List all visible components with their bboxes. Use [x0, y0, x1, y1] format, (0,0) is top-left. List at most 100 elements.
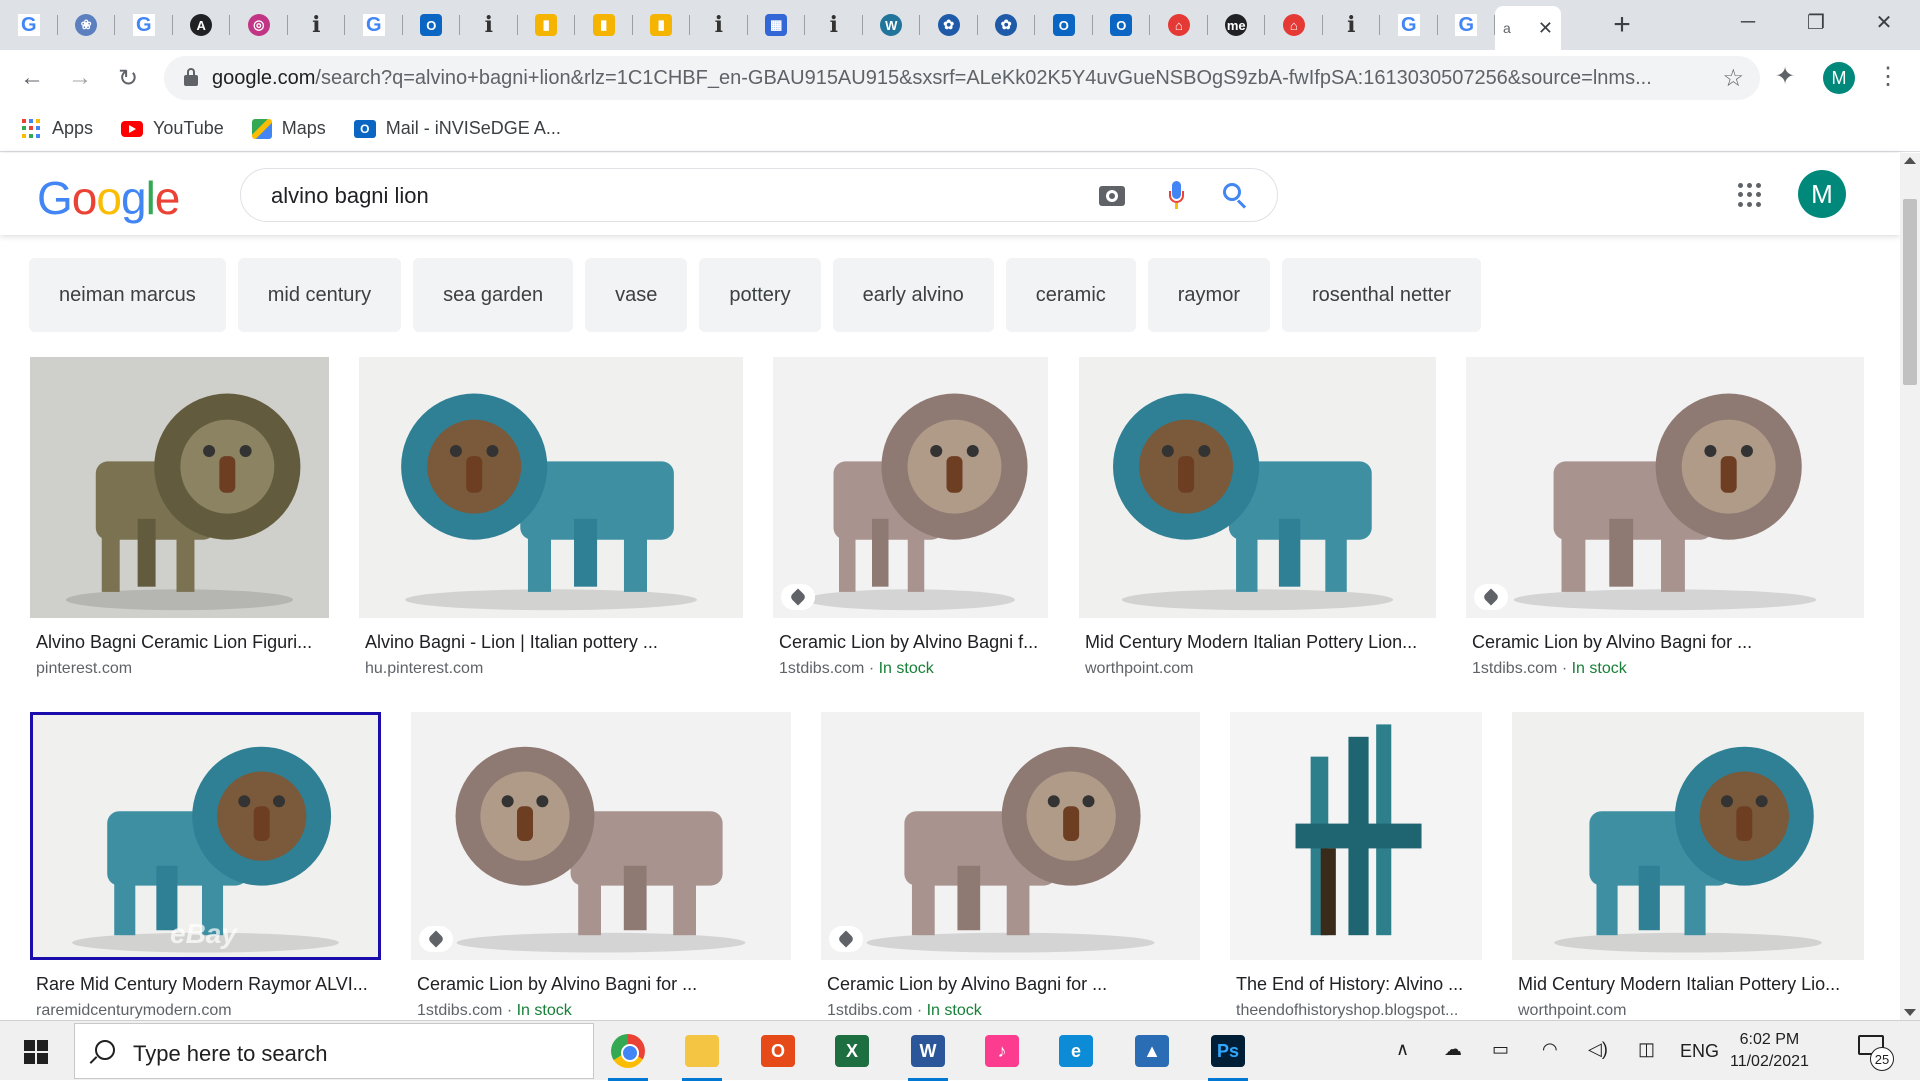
- related-search-chip[interactable]: mid century: [237, 258, 402, 332]
- taskbar-search-box[interactable]: Type here to search: [74, 1023, 594, 1079]
- image-result-card[interactable]: eBay Rare Mid Century Modern Raymor ALVI.…: [30, 712, 381, 1020]
- browser-tab[interactable]: ⌂: [1150, 0, 1208, 50]
- taskbar-office-button[interactable]: O: [756, 1029, 800, 1073]
- taskbar-clock[interactable]: 6:02 PM 11/02/2021: [1730, 1029, 1809, 1073]
- result-thumbnail[interactable]: [821, 712, 1200, 960]
- active-tab[interactable]: a ✕: [1495, 6, 1561, 50]
- bookmark-star-icon[interactable]: ☆: [1722, 64, 1744, 93]
- browser-tab[interactable]: O: [1093, 0, 1150, 50]
- bookmark-apps[interactable]: Apps: [22, 118, 93, 139]
- close-tab-icon[interactable]: ✕: [1538, 18, 1553, 39]
- image-result-card[interactable]: Ceramic Lion by Alvino Bagni f... 1stdibs…: [773, 357, 1048, 698]
- browser-tab[interactable]: G: [1380, 0, 1438, 50]
- image-result-card[interactable]: The End of History: Alvino ... theendofhi…: [1230, 712, 1482, 1020]
- browser-menu-icon[interactable]: ⋮: [1876, 62, 1900, 91]
- browser-tab[interactable]: A: [173, 0, 230, 50]
- language-indicator[interactable]: ENG: [1680, 1041, 1719, 1062]
- browser-tab[interactable]: ◎: [230, 0, 288, 50]
- windows-start-icon[interactable]: [24, 1040, 48, 1064]
- browser-tab[interactable]: O: [403, 0, 460, 50]
- result-title[interactable]: Ceramic Lion by Alvino Bagni for ...: [417, 974, 785, 995]
- browser-tab[interactable]: ▦: [748, 0, 805, 50]
- scroll-down-arrow-icon[interactable]: [1904, 1009, 1916, 1016]
- forward-button[interactable]: →: [62, 60, 98, 96]
- bookmark-maps[interactable]: Maps: [251, 118, 326, 139]
- taskbar-excel-button[interactable]: X: [830, 1029, 874, 1073]
- notification-center-icon[interactable]: 25: [1858, 1035, 1894, 1071]
- browser-tab[interactable]: i: [1323, 0, 1380, 50]
- browser-tab[interactable]: i: [460, 0, 518, 50]
- url-text[interactable]: google.com/search?q=alvino+bagni+lion&rl…: [212, 67, 1682, 90]
- browser-tab[interactable]: ❀: [58, 0, 115, 50]
- browser-tab[interactable]: W: [863, 0, 920, 50]
- result-thumbnail[interactable]: [359, 357, 743, 618]
- extensions-puzzle-icon[interactable]: ✦: [1775, 62, 1795, 91]
- bookmark-youtube[interactable]: YouTube: [121, 118, 224, 139]
- related-search-chip[interactable]: rosenthal netter: [1282, 258, 1481, 332]
- result-title[interactable]: Ceramic Lion by Alvino Bagni f...: [779, 632, 1042, 653]
- account-avatar[interactable]: M: [1798, 170, 1846, 218]
- image-result-card[interactable]: Alvino Bagni Ceramic Lion Figuri... pinte…: [30, 357, 329, 698]
- search-input[interactable]: [271, 181, 1051, 211]
- scroll-up-arrow-icon[interactable]: [1904, 157, 1916, 164]
- related-search-chip[interactable]: sea garden: [413, 258, 574, 332]
- result-thumbnail[interactable]: [773, 357, 1048, 618]
- close-window-button[interactable]: ✕: [1854, 0, 1914, 44]
- result-thumbnail[interactable]: [1512, 712, 1864, 960]
- browser-tab[interactable]: G: [345, 0, 403, 50]
- new-tab-button[interactable]: +: [1605, 8, 1639, 42]
- browser-tab[interactable]: ▮: [575, 0, 633, 50]
- related-search-chip[interactable]: early alvino: [832, 258, 994, 332]
- taskbar-chrome-button[interactable]: [606, 1029, 650, 1081]
- taskbar-file-explorer-button[interactable]: [680, 1029, 724, 1081]
- back-button[interactable]: ←: [14, 60, 50, 96]
- result-title[interactable]: Ceramic Lion by Alvino Bagni for ...: [1472, 632, 1858, 653]
- google-apps-icon[interactable]: [1738, 183, 1762, 207]
- result-title[interactable]: Rare Mid Century Modern Raymor ALVI...: [36, 974, 375, 995]
- result-thumbnail[interactable]: [1230, 712, 1482, 960]
- related-search-chip[interactable]: vase: [585, 258, 688, 332]
- image-result-card[interactable]: Alvino Bagni - Lion | Italian pottery ..…: [359, 357, 743, 698]
- browser-tab[interactable]: O: [1035, 0, 1093, 50]
- google-logo[interactable]: Google: [37, 171, 180, 225]
- browser-tab[interactable]: i: [288, 0, 345, 50]
- image-result-card[interactable]: Ceramic Lion by Alvino Bagni for ... 1std…: [1466, 357, 1864, 698]
- bookmark-mail[interactable]: O Mail - iNVISeDGE A...: [353, 118, 561, 139]
- browser-tab[interactable]: me: [1208, 0, 1265, 50]
- taskbar-word-button[interactable]: W: [906, 1029, 950, 1081]
- related-search-chip[interactable]: ceramic: [1005, 258, 1136, 332]
- browser-tab[interactable]: i: [805, 0, 863, 50]
- image-result-card[interactable]: Mid Century Modern Italian Pottery Lio..…: [1512, 712, 1864, 1020]
- browser-tab[interactable]: G: [1438, 0, 1495, 50]
- result-title[interactable]: Mid Century Modern Italian Pottery Lion.…: [1085, 632, 1430, 653]
- show-hidden-icons-chevron-icon[interactable]: ∧: [1396, 1039, 1409, 1060]
- restore-button[interactable]: ❐: [1786, 0, 1846, 44]
- volume-icon[interactable]: ◁): [1588, 1039, 1608, 1060]
- browser-tab[interactable]: ✿: [978, 0, 1035, 50]
- result-thumbnail[interactable]: eBay: [30, 712, 381, 960]
- result-title[interactable]: Mid Century Modern Italian Pottery Lio..…: [1518, 974, 1858, 995]
- related-search-chip[interactable]: raymor: [1147, 258, 1270, 332]
- onedrive-icon[interactable]: ☁: [1444, 1039, 1462, 1060]
- result-thumbnail[interactable]: [411, 712, 791, 960]
- browser-tab[interactable]: G: [0, 0, 58, 50]
- microphone-icon[interactable]: [1169, 181, 1184, 211]
- vertical-scrollbar[interactable]: [1900, 153, 1920, 1020]
- browser-tab[interactable]: G: [115, 0, 173, 50]
- browser-tab[interactable]: ▮: [518, 0, 575, 50]
- scrollbar-thumb[interactable]: [1903, 199, 1917, 385]
- meet-now-icon[interactable]: ◫: [1638, 1039, 1655, 1060]
- address-bar[interactable]: google.com/search?q=alvino+bagni+lion&rl…: [164, 56, 1760, 100]
- image-result-card[interactable]: Ceramic Lion by Alvino Bagni for ... 1std…: [821, 712, 1200, 1020]
- result-thumbnail[interactable]: [30, 357, 329, 618]
- search-icon[interactable]: [1223, 183, 1249, 209]
- minimize-button[interactable]: ─: [1718, 0, 1778, 44]
- image-result-card[interactable]: Ceramic Lion by Alvino Bagni for ... 1std…: [411, 712, 791, 1020]
- result-title[interactable]: Alvino Bagni - Lion | Italian pottery ..…: [365, 632, 737, 653]
- browser-profile-avatar[interactable]: M: [1823, 62, 1855, 94]
- wifi-icon[interactable]: ◠: [1542, 1039, 1558, 1060]
- result-title[interactable]: Alvino Bagni Ceramic Lion Figuri...: [36, 632, 323, 653]
- taskbar-itunes-button[interactable]: ♪: [980, 1029, 1024, 1073]
- taskbar-photoshop-button[interactable]: Ps: [1206, 1029, 1250, 1081]
- taskbar-photos-button[interactable]: ▲: [1130, 1029, 1174, 1073]
